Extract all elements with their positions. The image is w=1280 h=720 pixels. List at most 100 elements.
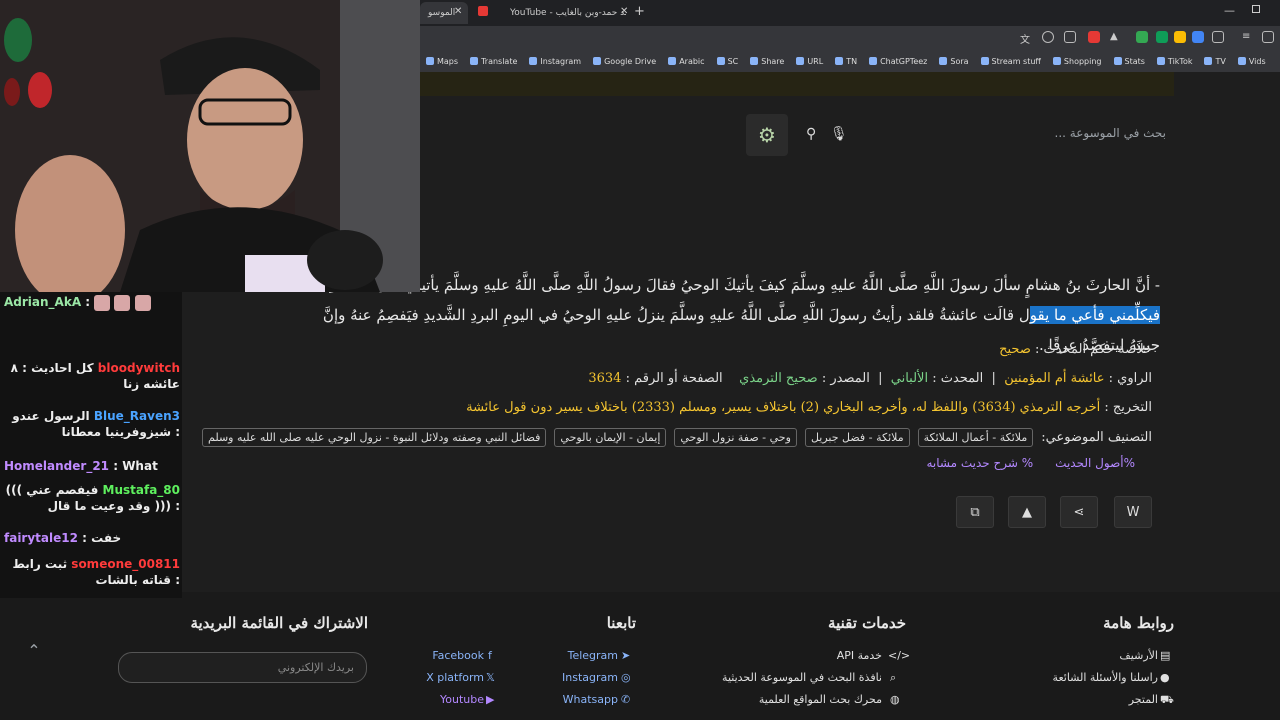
whatsapp-link[interactable]: Whatsapp xyxy=(563,693,618,706)
minimize-icon[interactable]: — xyxy=(1224,4,1235,17)
source-value[interactable]: صحيح الترمذي xyxy=(739,371,818,386)
bookmark-icon xyxy=(939,57,948,65)
chat-message: bloodywitch كل احاديث : ٨ عائشه زنا xyxy=(4,360,180,392)
footer-link[interactable]: نافذة البحث في الموسوعة الحديثية xyxy=(722,671,882,684)
scroll-to-top-icon[interactable]: ⌃ xyxy=(22,641,46,665)
highlighted-text: فيكلِّمني فأعي ما يقو xyxy=(1029,306,1160,324)
bookmark-item[interactable]: Stats xyxy=(1113,57,1145,66)
bookmark-label: TN xyxy=(846,56,858,66)
translate-icon[interactable]: 文 xyxy=(1020,31,1032,46)
extension-icon[interactable] xyxy=(1174,31,1186,43)
extension-icon[interactable]: ▲ xyxy=(1110,31,1122,43)
sharh-link[interactable]: % شرح حديث مشابه xyxy=(926,456,1033,470)
extension-icon[interactable] xyxy=(1088,31,1100,43)
bookmark-item[interactable]: TV xyxy=(1204,57,1226,66)
bookmark-item[interactable]: URL xyxy=(796,57,823,66)
bookmark-icon xyxy=(1156,57,1165,65)
code-icon: </> xyxy=(888,649,911,662)
narrator-label: الراوي : xyxy=(1108,371,1152,386)
usul-link[interactable]: %أصول الحديث xyxy=(1055,456,1135,470)
extensions-puzzle-icon[interactable] xyxy=(1212,31,1224,43)
bookmark-item[interactable]: TN xyxy=(835,57,857,66)
bookmark-item[interactable]: ChatGPTeez xyxy=(869,57,927,66)
bookmark-item[interactable]: Google Drive xyxy=(593,57,656,66)
bookmark-item[interactable]: Arabic xyxy=(668,56,705,66)
takhrij-row: التخريج : أخرجه الترمذي (3634) واللفظ له… xyxy=(466,400,1152,415)
tab-label: YouTube - محمد حمد-وبن بالغايب xyxy=(510,8,626,18)
tag-chip[interactable]: ملائكة - أعمال الملائكة xyxy=(917,428,1034,447)
classification-label: التصنيف الموضوعي: xyxy=(1041,430,1152,445)
close-tab-icon[interactable]: ✕ xyxy=(620,6,628,17)
wikipedia-icon: W xyxy=(1126,504,1140,520)
facebook-link[interactable]: Facebook xyxy=(432,649,484,662)
bookmark-label: Translate xyxy=(481,56,518,66)
tag-chip[interactable]: إيمان - الإيمان بالوحي xyxy=(554,428,667,447)
youtube-link[interactable]: Youtube xyxy=(440,693,484,706)
bookmark-label: Arabic xyxy=(679,56,705,66)
bookmark-label: SC xyxy=(727,56,739,66)
report-button[interactable]: ▲ xyxy=(1008,496,1046,528)
bookmark-item[interactable]: TikTok xyxy=(1156,57,1192,66)
facebook-icon: f xyxy=(488,649,492,662)
bookmark-item[interactable]: Vids xyxy=(1237,57,1266,66)
bookmark-icon[interactable]: ≡ xyxy=(1242,31,1254,43)
bookmark-icon xyxy=(426,57,434,65)
tag-chip[interactable]: وحي - صفة نزول الوحي xyxy=(674,428,797,447)
wikipedia-button[interactable]: W xyxy=(1114,496,1152,528)
bookmark-icon xyxy=(869,57,878,65)
webcam-overlay xyxy=(0,0,420,292)
tag-chip[interactable]: فضائل النبي وصفته ودلائل النبوة - نزول ا… xyxy=(202,428,547,447)
bookmark-label: Google Drive xyxy=(604,56,657,66)
share-icon[interactable] xyxy=(1064,31,1076,43)
bookmark-icon xyxy=(1204,57,1213,65)
bookmark-item[interactable]: Sora xyxy=(939,57,969,66)
x-platform-link[interactable]: X platform xyxy=(426,671,484,684)
telegram-link[interactable]: Telegram xyxy=(568,649,618,662)
related-links: %أصول الحديث % شرح حديث مشابه xyxy=(926,456,1135,470)
bookmark-item[interactable]: Translate xyxy=(470,57,517,66)
footer-link[interactable]: الأرشيف xyxy=(1119,649,1158,662)
bookmark-item[interactable]: SC xyxy=(716,56,739,66)
copy-button[interactable]: ⧉ xyxy=(956,496,994,528)
settings-gear-icon[interactable]: ⚙ xyxy=(746,114,788,156)
takhrij-label: التخريج : xyxy=(1104,400,1152,415)
bookmark-item[interactable]: Share xyxy=(750,57,784,66)
muhaddith-value[interactable]: الألباني xyxy=(891,371,928,386)
bookmark-item[interactable]: Instagram xyxy=(529,57,581,66)
email-input[interactable]: بريدك الإلكتروني xyxy=(118,652,367,683)
new-tab-button[interactable]: + xyxy=(634,4,645,19)
bookmark-icon xyxy=(796,57,805,65)
bookmark-item[interactable]: Shopping xyxy=(1052,56,1102,66)
microphone-icon[interactable]: 🎙 xyxy=(830,126,848,142)
chat-username: Homelander_21 xyxy=(4,459,110,473)
tab-youtube[interactable]: YouTube - محمد حمد-وبن بالغايب xyxy=(502,2,626,24)
bookmark-item[interactable]: Stream stuff xyxy=(980,57,1041,66)
chat-message: Adrian_AkA : xyxy=(4,294,180,311)
search-input[interactable]: بحث في الموسوعة ... xyxy=(1050,126,1166,144)
extension-icon[interactable] xyxy=(1156,31,1168,43)
footer-link[interactable]: راسلنا والأسئلة الشائعة xyxy=(1053,671,1158,684)
sharh-link-label: شرح حديث مشابه xyxy=(926,456,1018,470)
share-button[interactable]: ⋖ xyxy=(1060,496,1098,528)
bookmark-item[interactable]: Maps xyxy=(426,57,458,66)
footer-link[interactable]: خدمة API xyxy=(837,649,882,662)
instagram-link[interactable]: Instagram xyxy=(562,671,618,684)
youtube-icon: ▶ xyxy=(486,693,495,706)
bookmark-icon xyxy=(593,57,602,65)
extension-icon[interactable] xyxy=(1192,31,1204,43)
footer-link[interactable]: محرك بحث المواقع العلمية xyxy=(759,693,882,706)
bookmark-icon xyxy=(668,57,677,65)
extension-icon[interactable] xyxy=(1136,31,1148,43)
tab-strip: الموسو ✕ YouTube - محمد حمد-وبن بالغايب … xyxy=(420,0,1280,26)
search-icon[interactable]: ⚲ xyxy=(806,126,816,142)
footer-link[interactable]: المتجر xyxy=(1129,693,1158,706)
maximize-icon[interactable] xyxy=(1252,5,1260,13)
sidebar-icon[interactable] xyxy=(1262,31,1274,43)
chat-text: What xyxy=(122,459,158,473)
emote-icon xyxy=(134,294,151,311)
source-label: المصدر : xyxy=(821,371,870,386)
close-tab-icon[interactable]: ✕ xyxy=(454,6,462,17)
zoom-icon[interactable] xyxy=(1042,31,1054,43)
tag-chip[interactable]: ملائكة - فضل جبريل xyxy=(804,428,910,447)
bookmark-label: Shopping xyxy=(1063,56,1102,66)
